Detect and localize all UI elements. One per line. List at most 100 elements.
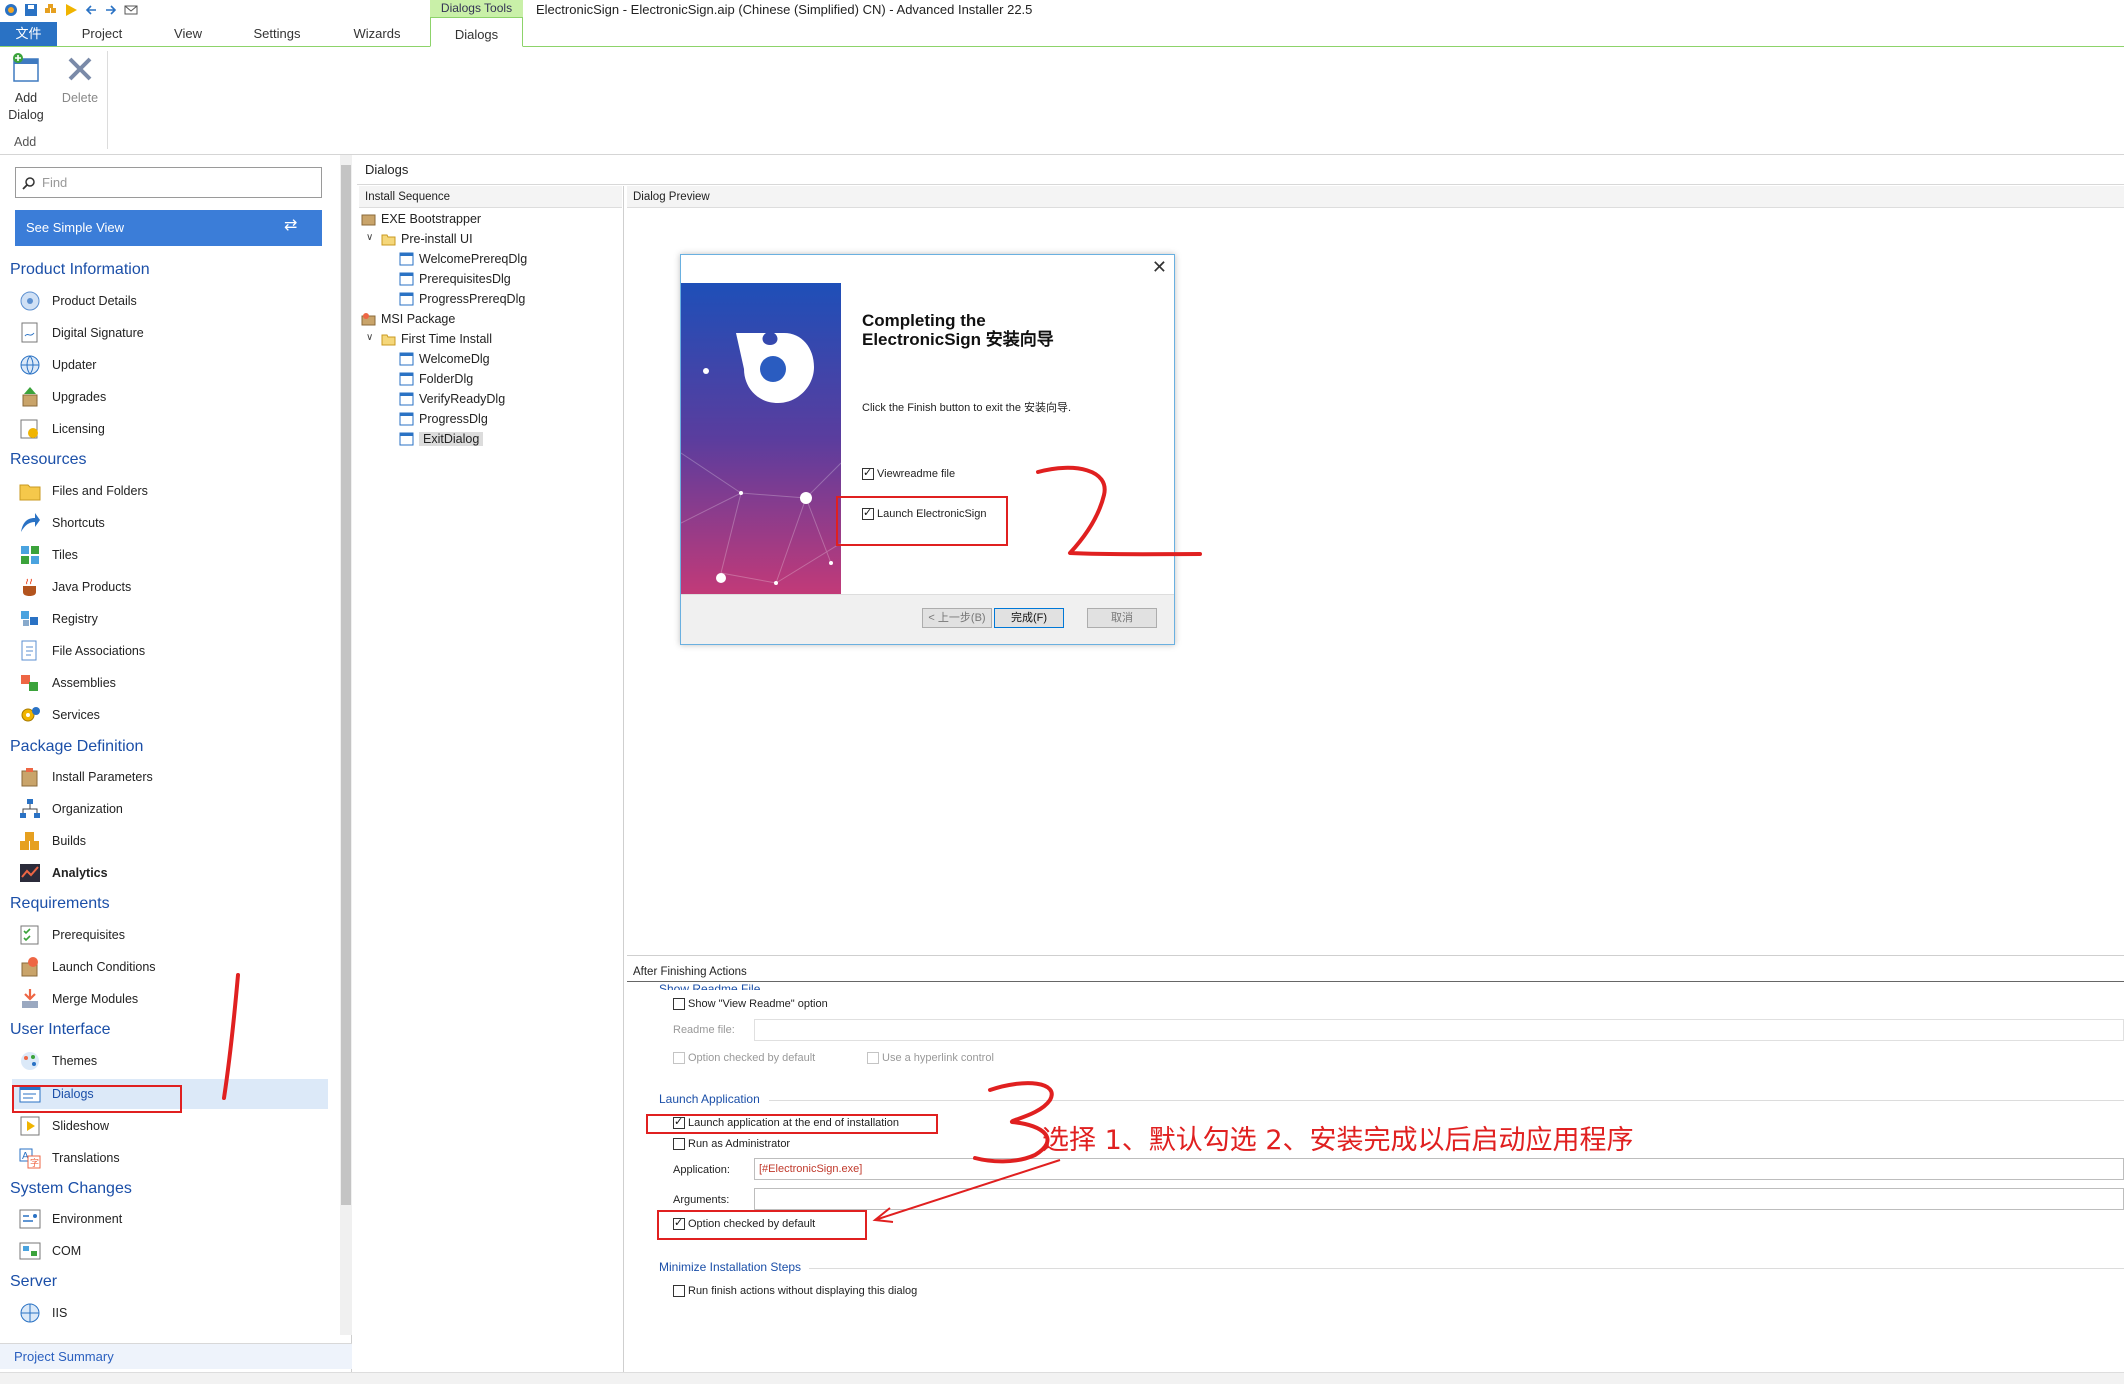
application-field[interactable]: [#ElectronicSign.exe] [754,1158,2124,1180]
sidebar-item-label: Services [52,708,100,722]
checkbox-box[interactable] [673,1138,685,1150]
sidebar-item-slideshow[interactable]: Slideshow [18,1111,109,1141]
finish-button[interactable]: 完成(F) [994,608,1064,628]
sidebar-item-install-parameters[interactable]: Install Parameters [18,762,153,792]
tree-node-verify-ready[interactable]: VerifyReadyDlg [399,389,505,409]
tab-project[interactable]: Project [62,23,142,45]
back-button[interactable]: < 上一步(B) [922,608,992,628]
tree-node-label: ProgressDlg [419,412,488,426]
readme-option-checked-label: Option checked by default [688,1052,816,1064]
tree-node-msi-package[interactable]: MSI Package [361,309,455,329]
sidebar-scroll-thumb[interactable] [341,165,351,1205]
run-finish-actions-checkbox[interactable]: Run finish actions without displaying th… [673,1285,917,1297]
checkbox-box[interactable] [673,1052,685,1064]
run-as-admin-checkbox[interactable]: Run as Administrator [673,1138,790,1150]
sidebar-item-environment[interactable]: Environment [18,1204,122,1234]
section-server[interactable]: Server [10,1273,57,1291]
sidebar-item-translations[interactable]: A 字 Translations [18,1143,120,1173]
checkbox-box[interactable] [862,466,874,480]
sidebar-item-assemblies[interactable]: Assemblies [18,668,116,698]
product-details-icon [20,291,40,311]
sidebar-item-file-associations[interactable]: File Associations [18,636,145,666]
section-product-information[interactable]: Product Information [10,261,150,279]
tree-node-prerequisites-dlg[interactable]: PrerequisitesDlg [399,269,511,289]
checkbox-box[interactable] [673,1285,685,1297]
checkbox-box[interactable] [673,998,685,1010]
sidebar-item-themes[interactable]: Themes [18,1046,97,1076]
sidebar-item-com[interactable]: COM [18,1236,81,1266]
build-icon[interactable] [44,3,58,17]
tree-node-exit-dialog[interactable]: ExitDialog [399,429,484,449]
readme-option-checked-checkbox[interactable]: Option checked by default [673,1052,815,1064]
sidebar-item-services[interactable]: Services [18,700,100,730]
show-view-readme-checkbox[interactable]: Show "View Readme" option [673,998,828,1010]
run-icon[interactable] [64,3,78,17]
run-finish-actions-label: Run finish actions without displaying th… [688,1285,918,1297]
sidebar-item-registry[interactable]: Registry [18,604,98,634]
add-dialog-button[interactable]: Add Dialog [0,53,52,124]
tree-node-label: WelcomePrereqDlg [419,252,528,266]
tab-view[interactable]: View [148,23,228,45]
tree-node-welcome-prereq[interactable]: WelcomePrereqDlg [399,249,527,269]
forward-icon[interactable] [104,3,118,17]
sidebar-item-label: Licensing [52,422,105,436]
tab-settings[interactable]: Settings [237,23,317,45]
annotation-box-launch-checkbox [836,496,1008,546]
sidebar-item-label: COM [52,1244,82,1258]
cancel-button[interactable]: 取消 [1087,608,1157,628]
save-icon[interactable] [24,3,38,17]
sidebar-item-java-products[interactable]: Java Products [18,572,131,602]
annotation-box-launch-at-end [646,1114,938,1134]
tree-node-pre-install-ui[interactable]: ∨ Pre-install UI [366,229,473,249]
section-user-interface[interactable]: User Interface [10,1021,110,1039]
sidebar-item-prerequisites[interactable]: Prerequisites [18,920,125,950]
sidebar-item-analytics[interactable]: Analytics [18,858,108,888]
tree-node-exe-bootstrapper[interactable]: EXE Bootstrapper [361,209,481,229]
use-hyperlink-checkbox[interactable]: Use a hyperlink control [867,1052,994,1064]
section-system-changes[interactable]: System Changes [10,1180,132,1198]
project-summary-link[interactable]: Project Summary [0,1343,352,1369]
ribbon-tabs: 文件 Project View Settings Wizards Dialogs [0,17,2124,47]
chevron-down-icon[interactable]: ∨ [366,332,373,343]
tab-wizards[interactable]: Wizards [337,23,417,45]
delete-button[interactable]: Delete [54,53,106,107]
sidebar-item-builds[interactable]: Builds [18,826,86,856]
sidebar-item-updater[interactable]: Updater [18,350,96,380]
section-package-definition[interactable]: Package Definition [10,738,143,756]
see-simple-view-button[interactable]: See Simple View [15,210,322,246]
sidebar-item-shortcuts[interactable]: Shortcuts [18,508,105,538]
sidebar-item-files-folders[interactable]: Files and Folders [18,476,148,506]
sidebar-item-iis[interactable]: IIS [18,1298,67,1328]
arguments-field[interactable] [754,1188,2124,1210]
file-associations-icon [21,640,37,661]
tab-file[interactable]: 文件 [0,22,57,46]
sidebar-item-tiles[interactable]: Tiles [18,540,78,570]
section-resources[interactable]: Resources [10,451,86,469]
annotation-box-option-checked [657,1210,867,1240]
tree-node-welcome-dlg[interactable]: WelcomeDlg [399,349,490,369]
back-icon[interactable] [84,3,98,17]
close-icon[interactable]: ✕ [1152,257,1167,278]
minimize-steps-group-label: Minimize Installation Steps [659,1260,802,1274]
sidebar-item-merge-modules[interactable]: Merge Modules [18,984,138,1014]
view-readme-checkbox[interactable]: Viewreadme file [862,466,955,480]
checkbox-box[interactable] [867,1052,879,1064]
sidebar-item-digital-signature[interactable]: Digital Signature [18,318,144,348]
readme-file-field[interactable] [754,1019,2124,1041]
sidebar-item-licensing[interactable]: Licensing [18,414,105,444]
tree-node-folder-dlg[interactable]: FolderDlg [399,369,473,389]
tree-node-first-time-install[interactable]: ∨ First Time Install [366,329,492,349]
sidebar-item-upgrades[interactable]: Upgrades [18,382,106,412]
sidebar-item-launch-conditions[interactable]: Launch Conditions [18,952,156,982]
tree-node-progress-prereq[interactable]: ProgressPrereqDlg [399,289,525,309]
section-requirements[interactable]: Requirements [10,895,110,913]
dialog-icon [399,392,414,406]
chevron-down-icon[interactable]: ∨ [366,232,373,243]
sidebar-item-organization[interactable]: Organization [18,794,123,824]
sidebar-item-product-details[interactable]: Product Details [18,286,137,316]
mail-icon[interactable] [124,3,138,17]
install-sequence-header: Install Sequence [359,186,622,208]
tab-dialogs[interactable]: Dialogs [430,17,523,47]
search-input[interactable]: Find [15,167,322,198]
tree-node-progress-dlg[interactable]: ProgressDlg [399,409,488,429]
